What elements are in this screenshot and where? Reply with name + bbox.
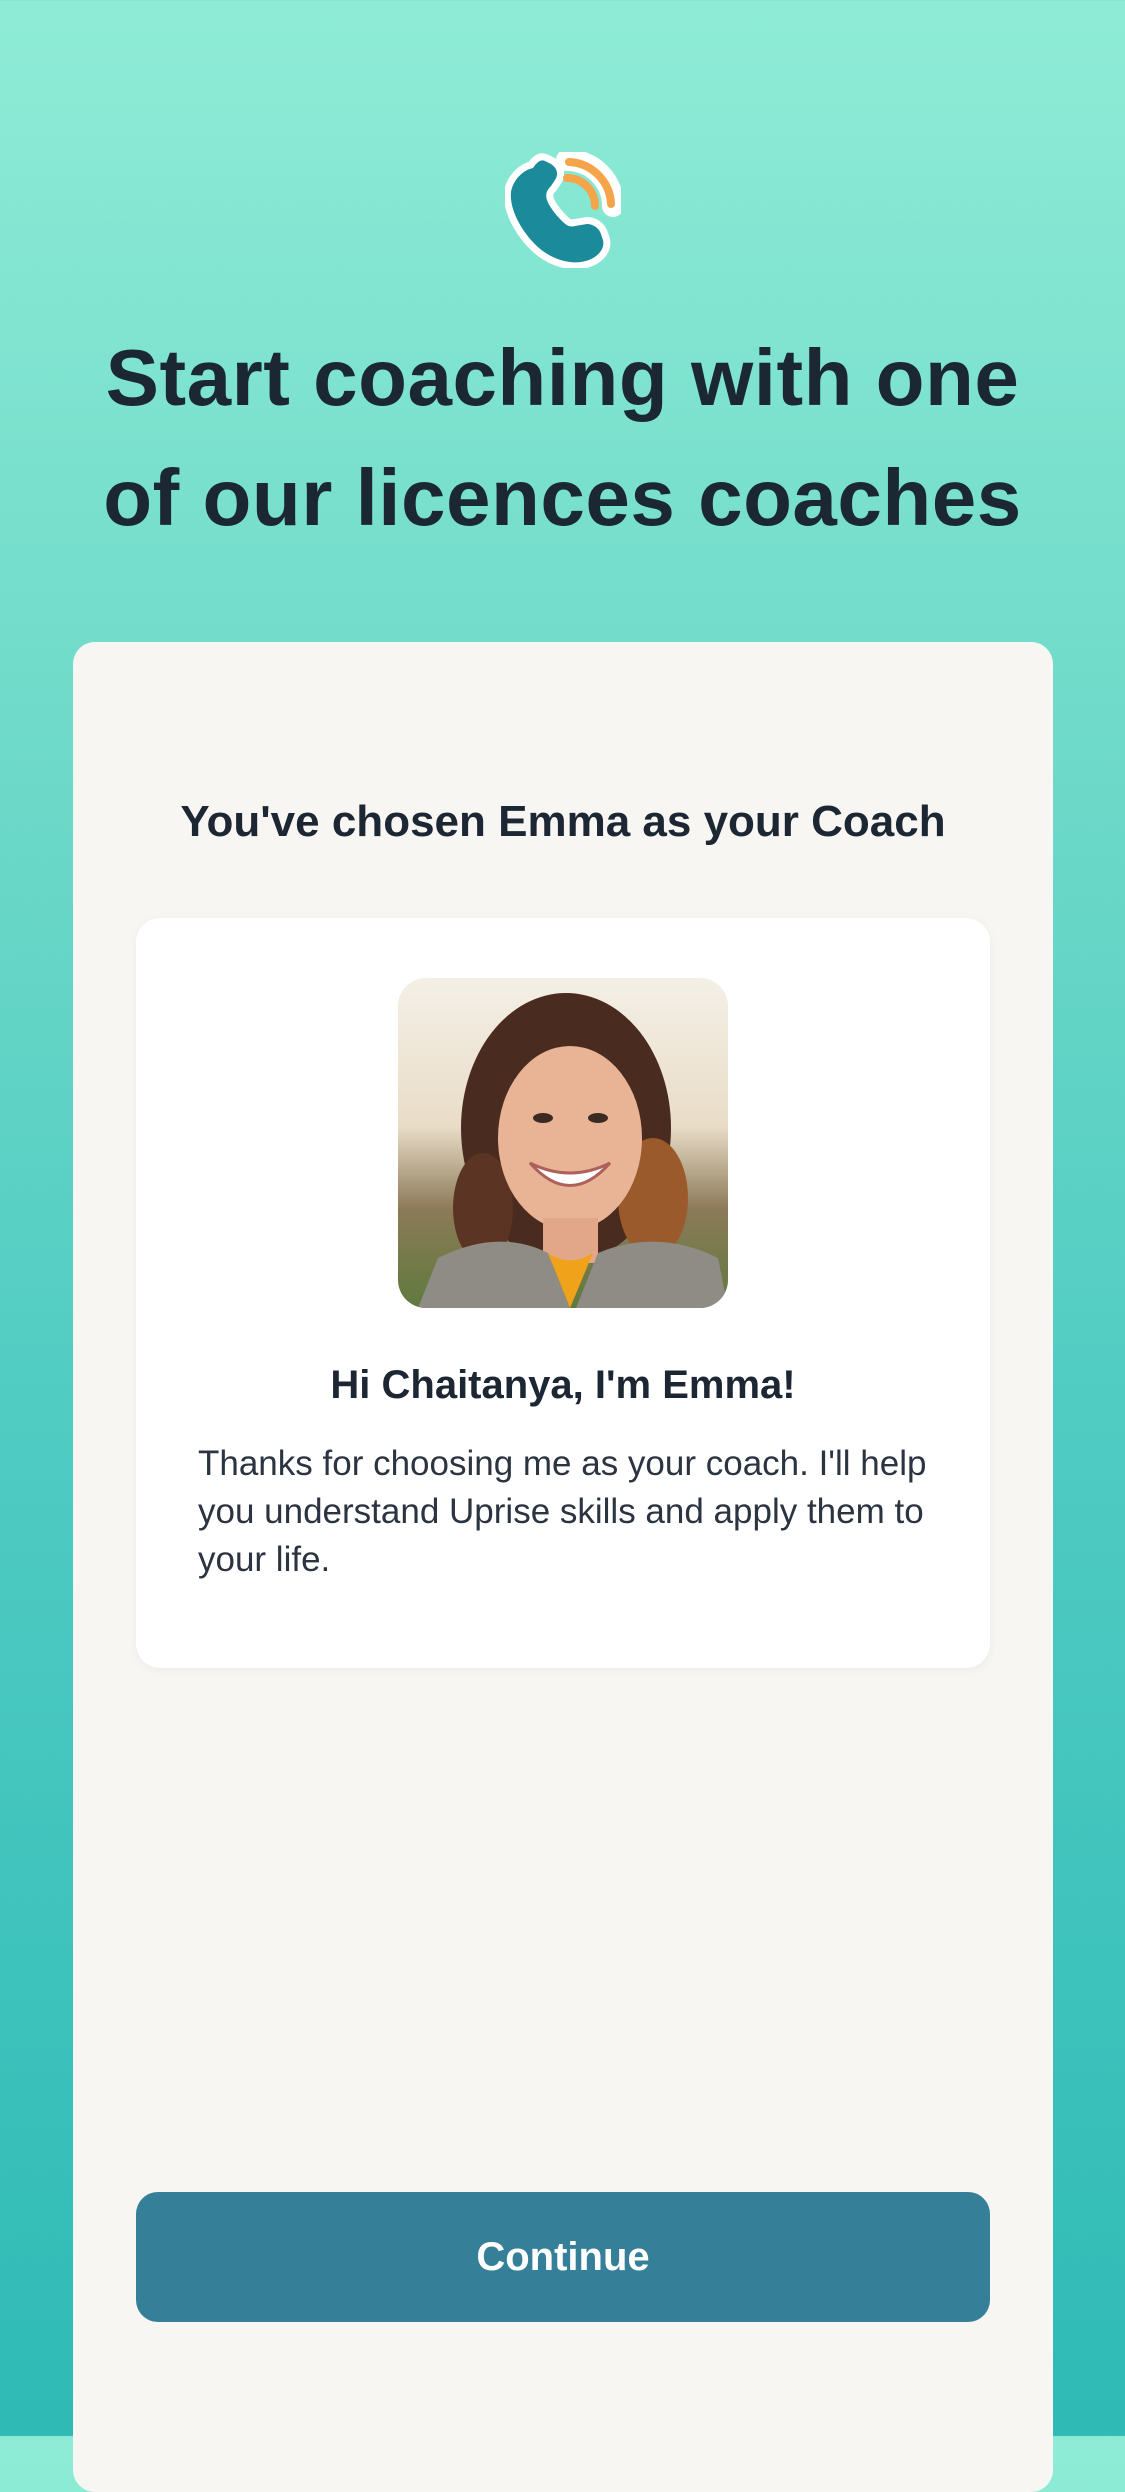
app-logo [503,149,624,270]
phone-call-icon [503,149,624,270]
coach-greeting: Hi Chaitanya, I'm Emma! [330,1363,796,1407]
coach-photo [398,978,728,1308]
coach-profile-card: Hi Chaitanya, I'm Emma! Thanks for choos… [136,918,990,1668]
continue-button[interactable]: Continue [136,2192,990,2322]
card-title: You've chosen Emma as your Coach [180,797,946,846]
coach-selection-card: You've chosen Emma as your Coach Hi Chai… [73,642,1053,2492]
page-title: Start coaching with one of our licences … [103,333,1022,542]
coach-bio: Thanks for choosing me as your coach. I'… [198,1444,927,1579]
